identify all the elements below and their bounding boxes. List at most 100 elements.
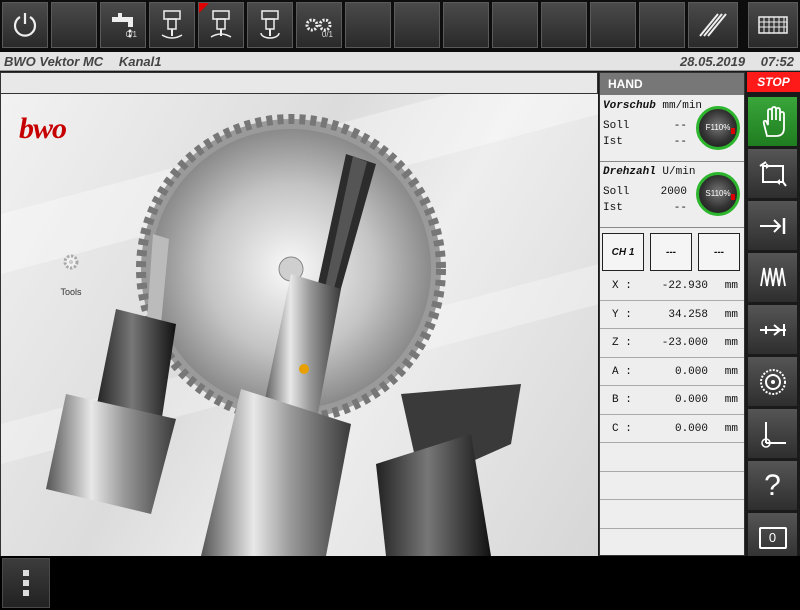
vertical-dots-icon xyxy=(23,570,29,596)
coolant-button[interactable]: 0/1 xyxy=(100,2,146,48)
axis-row-b: B : 0.000 mm xyxy=(600,386,744,415)
mode-hand-button[interactable] xyxy=(747,96,798,147)
cycle-arrows-icon xyxy=(758,160,787,187)
gears-count: 0/1 xyxy=(321,30,333,39)
channel-button-3[interactable]: --- xyxy=(698,233,740,271)
tool-spindle-release-icon xyxy=(210,10,232,38)
current-date: 28.05.2019 xyxy=(680,54,746,69)
axis-positions: X : -22.930 mm Y : 34.258 mm Z : -23.000… xyxy=(600,272,744,529)
arrow-to-line-icon xyxy=(759,217,785,234)
axis-unit: mm xyxy=(724,280,738,292)
spindle-soll-label: Soll xyxy=(603,186,630,198)
zero-point-icon xyxy=(760,421,786,448)
channel-button-2[interactable]: --- xyxy=(650,233,692,271)
main-view: bwo Tools xyxy=(0,94,598,556)
operating-mode-label: HAND xyxy=(600,73,744,95)
zigzag-icon xyxy=(759,267,786,286)
top-toolbar: 0/1 0/1 xyxy=(0,0,800,52)
bottom-bar xyxy=(0,556,800,610)
toolbar-empty-button-1[interactable] xyxy=(51,2,97,48)
axis-row-empty xyxy=(600,472,744,500)
spindle-override-dial[interactable]: S110% xyxy=(696,172,740,216)
tool-spindle-rotate-icon xyxy=(260,10,280,39)
spindle-dial-marker xyxy=(731,194,735,200)
diagonal-lines-icon xyxy=(699,13,727,37)
tool-release-button[interactable] xyxy=(198,2,244,48)
feed-section: Vorschub mm/min Soll -- Ist -- F110% xyxy=(600,96,744,162)
gear-icon xyxy=(63,254,79,270)
feed-override-dial[interactable]: F110% xyxy=(696,106,740,150)
tool-clamp-button[interactable] xyxy=(149,2,195,48)
coolant-count: 0/1 xyxy=(125,30,137,39)
stop-indicator: STOP xyxy=(747,72,800,92)
mode-increment-button[interactable] xyxy=(747,304,798,355)
axis-name: C : xyxy=(612,422,632,435)
mode-cycle-button[interactable] xyxy=(747,148,798,199)
help-button[interactable]: ? xyxy=(747,460,798,511)
spindle-unit: U/min xyxy=(662,166,696,178)
tooling-illustration xyxy=(1,94,598,556)
power-button[interactable] xyxy=(2,2,48,48)
feed-ist-label: Ist xyxy=(603,136,623,148)
axis-row-c: C : 0.000 mm xyxy=(600,415,744,443)
axis-value: -22.930 xyxy=(661,280,708,292)
toolbar-empty-button-8[interactable] xyxy=(639,2,685,48)
axis-row-y: Y : 34.258 mm xyxy=(600,301,744,329)
menu-button[interactable] xyxy=(2,558,50,608)
toolbar-empty-button-4[interactable] xyxy=(443,2,489,48)
tools-shortcut[interactable]: Tools xyxy=(53,252,89,297)
axis-row-x: X : -22.930 mm xyxy=(600,272,744,301)
axis-row-empty xyxy=(600,500,744,529)
toolbar-empty-button-5[interactable] xyxy=(492,2,538,48)
channel-button-1[interactable]: CH 1 xyxy=(602,233,644,271)
feed-soll-value: -- xyxy=(673,120,687,132)
axis-value: 34.258 xyxy=(668,308,708,321)
hatch-button[interactable] xyxy=(688,2,738,48)
channel-row: CH 1 --- --- xyxy=(600,229,744,273)
axis-name: Y : xyxy=(612,308,632,321)
toolbar-empty-button-3[interactable] xyxy=(394,2,440,48)
axis-unit: mm xyxy=(724,365,738,378)
axis-value: 0.000 xyxy=(674,422,708,435)
keyboard-icon xyxy=(758,16,788,34)
axis-row-a: A : 0.000 mm xyxy=(600,358,744,386)
gears-button[interactable]: 0/1 xyxy=(296,2,342,48)
alarm-corner-marker xyxy=(199,3,209,13)
feed-unit: mm/min xyxy=(662,100,703,112)
keyboard-button[interactable] xyxy=(748,2,798,48)
increment-icon xyxy=(759,323,786,336)
spindle-section: Drehzahl U/min Soll 2000 Ist -- S110% xyxy=(600,162,744,228)
counter-icon: 0 xyxy=(758,526,787,549)
axis-unit: mm xyxy=(724,308,738,321)
spindle-soll-value: 2000 xyxy=(660,186,687,198)
axis-name: X : xyxy=(612,280,632,292)
toolbar-empty-button-6[interactable] xyxy=(541,2,587,48)
axis-name: A : xyxy=(612,365,632,378)
info-panel: HAND Vorschub mm/min Soll -- Ist -- F110… xyxy=(599,72,745,556)
mode-zero-point-button[interactable] xyxy=(747,408,798,459)
axis-row-empty xyxy=(600,443,744,472)
axis-unit: mm xyxy=(724,422,738,435)
feed-soll-label: Soll xyxy=(603,120,630,132)
hand-icon xyxy=(762,105,785,137)
axis-value: 0.000 xyxy=(674,394,708,406)
mode-reference-button[interactable] xyxy=(747,356,798,407)
axis-row-z: Z : -23.000 mm xyxy=(600,329,744,358)
status-bar: BWO Vektor MC Kanal1 28.05.2019 07:52 xyxy=(0,52,800,71)
current-time: 07:52 xyxy=(760,54,794,69)
axis-unit: mm xyxy=(724,337,738,349)
axis-value: -23.000 xyxy=(661,337,708,349)
toolbar-empty-button-7[interactable] xyxy=(590,2,636,48)
counter-value: 0 xyxy=(768,530,777,545)
tool-rotate-button[interactable] xyxy=(247,2,293,48)
toolbar-empty-button-2[interactable] xyxy=(345,2,391,48)
feed-dial-marker xyxy=(731,128,735,134)
mode-handwheel-button[interactable] xyxy=(747,252,798,303)
axis-name: B : xyxy=(612,394,632,406)
channel-name: Kanal1 xyxy=(118,54,162,69)
spindle-ist-value: -- xyxy=(673,202,687,214)
mode-jog-button[interactable] xyxy=(747,200,798,251)
axis-unit: mm xyxy=(724,394,738,406)
axis-value: 0.000 xyxy=(674,365,708,378)
reference-wheel-icon xyxy=(759,368,786,395)
